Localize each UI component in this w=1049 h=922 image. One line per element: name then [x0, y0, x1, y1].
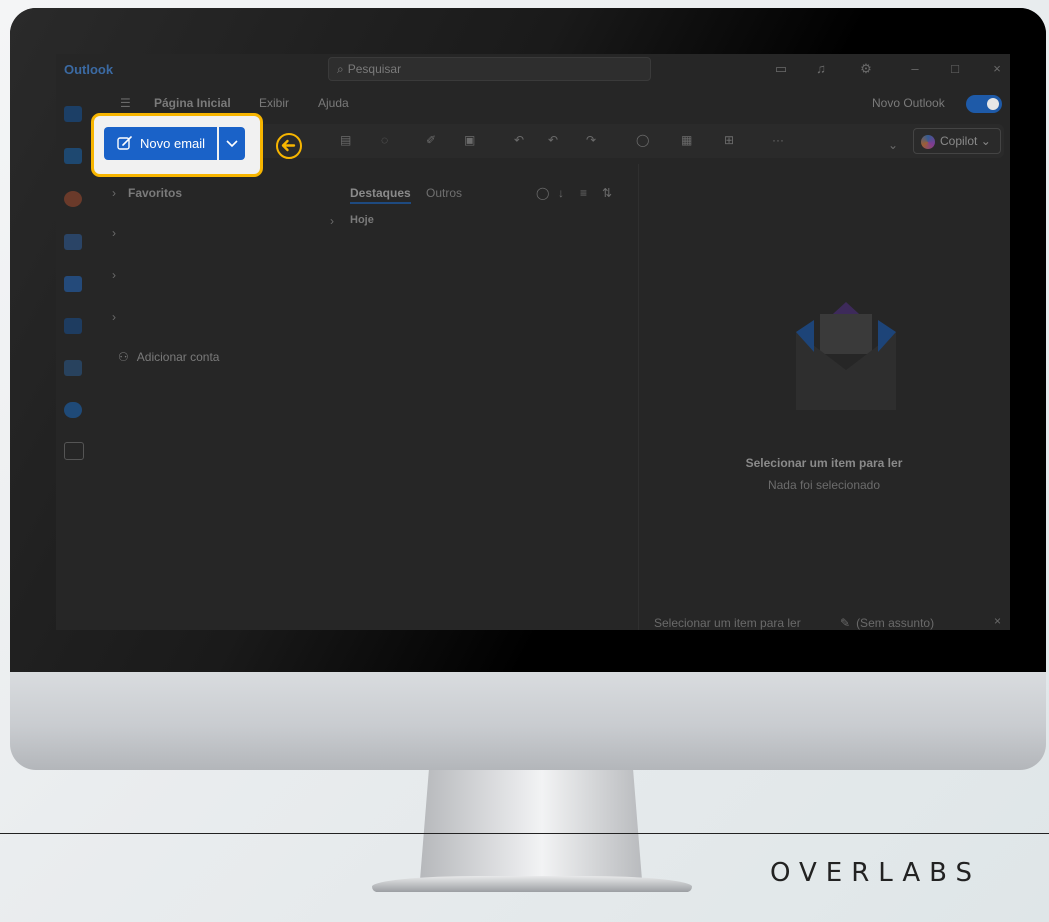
- close-icon[interactable]: ×: [988, 61, 1006, 79]
- chevron-down-icon: [226, 140, 238, 148]
- reply-all-icon[interactable]: ↶: [548, 133, 558, 147]
- reading-title: Selecionar um item para ler: [745, 456, 903, 470]
- copilot-button[interactable]: Copilot ⌄: [913, 128, 1001, 154]
- chevron-down-icon: ⌄: [980, 134, 991, 148]
- feedback-icon[interactable]: ▭: [772, 61, 790, 79]
- new-email-button[interactable]: Novo email: [104, 127, 217, 160]
- title-bar: Outlook ⌕ Pesquisar ▭ ♫ ⚙ – □ ×: [56, 54, 1010, 86]
- add-account-link[interactable]: ⚇ Adicionar conta: [118, 350, 219, 364]
- reading-subtitle: Nada foi selecionado: [767, 478, 881, 492]
- add-person-icon: ⚇: [118, 350, 129, 364]
- chat-icon[interactable]: ◯: [636, 133, 649, 147]
- more-icon[interactable]: ···: [772, 133, 784, 147]
- todo-icon[interactable]: [64, 276, 82, 292]
- chevron-right-icon[interactable]: ›: [112, 268, 116, 282]
- calendar-icon[interactable]: [64, 148, 82, 164]
- reading-pane: Selecionar um item para ler Nada foi sel…: [638, 164, 1010, 630]
- monitor-chin: [10, 672, 1046, 770]
- add-account-label: Adicionar conta: [136, 350, 220, 364]
- addins-icon[interactable]: ⊞: [724, 133, 734, 147]
- folder-favorites[interactable]: Favoritos: [128, 186, 182, 200]
- minimize-icon[interactable]: –: [906, 61, 924, 79]
- onedrive-icon[interactable]: [64, 402, 82, 418]
- message-list: Destaques Outros ◯ ↓ ≡ ⇅ › Hoje: [318, 164, 639, 630]
- apps-icon[interactable]: [64, 442, 84, 460]
- reply-icon[interactable]: ↶: [514, 133, 524, 147]
- monitor-stand: [420, 770, 642, 880]
- select-icon[interactable]: ◯: [536, 186, 549, 200]
- move-folder-icon[interactable]: ▣: [464, 133, 475, 147]
- chevron-right-icon[interactable]: ›: [112, 226, 116, 240]
- app-title: Outlook: [64, 62, 114, 77]
- bell-icon[interactable]: ♫: [812, 61, 830, 79]
- divider-line: [0, 833, 1049, 834]
- chevron-right-icon[interactable]: ›: [330, 214, 334, 228]
- pencil-icon: ✎: [840, 616, 851, 630]
- envelope-illustration: [796, 302, 896, 410]
- search-placeholder: Pesquisar: [347, 62, 402, 76]
- search-input[interactable]: ⌕ Pesquisar: [328, 57, 651, 81]
- forward-icon[interactable]: ↷: [586, 133, 596, 147]
- tab-help[interactable]: Ajuda: [318, 96, 349, 110]
- org-icon[interactable]: [64, 360, 82, 376]
- sweep-icon[interactable]: ✐: [426, 133, 436, 147]
- jump-icon[interactable]: ↓: [558, 186, 564, 200]
- draft-subject: (Sem assunto): [856, 616, 935, 630]
- monitor-stand-base: [372, 876, 692, 892]
- tab-view[interactable]: Exibir: [259, 96, 289, 110]
- tab-other[interactable]: Outros: [426, 186, 462, 200]
- compose-icon: [117, 136, 132, 150]
- sort-icon[interactable]: ⇅: [602, 186, 612, 200]
- close-draft-icon[interactable]: ×: [994, 614, 1001, 628]
- chevron-right-icon[interactable]: ›: [112, 310, 116, 324]
- archive-icon[interactable]: ▤: [340, 133, 351, 147]
- filter-icon[interactable]: ≡: [580, 186, 587, 200]
- status-select-item[interactable]: Selecionar um item para ler: [654, 616, 801, 630]
- maximize-icon[interactable]: □: [946, 61, 964, 79]
- copilot-icon[interactable]: [64, 191, 82, 207]
- menu-icon[interactable]: ☰: [120, 96, 131, 110]
- people-icon[interactable]: [64, 234, 82, 250]
- app-rail: [56, 86, 96, 630]
- folder-pane: › Favoritos › › › ⚇ Adicionar conta: [96, 164, 316, 630]
- pointer-arrow-icon: [276, 133, 302, 159]
- new-outlook-toggle[interactable]: [966, 95, 1002, 113]
- chevron-down-icon[interactable]: ⌄: [888, 138, 898, 152]
- copilot-logo-icon: [921, 135, 935, 149]
- tab-focused[interactable]: Destaques: [350, 186, 411, 204]
- teams-icon[interactable]: ▦: [681, 133, 692, 147]
- draft-tab[interactable]: ✎ (Sem assunto): [840, 616, 934, 630]
- brand-logo: OVERLABS: [770, 858, 982, 888]
- notes-icon[interactable]: [64, 318, 82, 334]
- gear-icon[interactable]: ⚙: [857, 61, 875, 79]
- mail-icon[interactable]: [64, 106, 82, 122]
- new-email-dropdown[interactable]: [219, 127, 245, 160]
- new-outlook-label: Novo Outlook: [872, 96, 945, 110]
- chevron-right-icon[interactable]: ›: [112, 186, 116, 200]
- report-icon[interactable]: ◌: [381, 133, 388, 147]
- new-email-label: Novo email: [140, 136, 206, 151]
- search-icon: ⌕: [337, 62, 344, 76]
- toggle-knob: [987, 98, 999, 110]
- group-today[interactable]: Hoje: [350, 214, 374, 226]
- copilot-label: Copilot: [940, 134, 978, 148]
- tab-home[interactable]: Página Inicial: [154, 96, 231, 110]
